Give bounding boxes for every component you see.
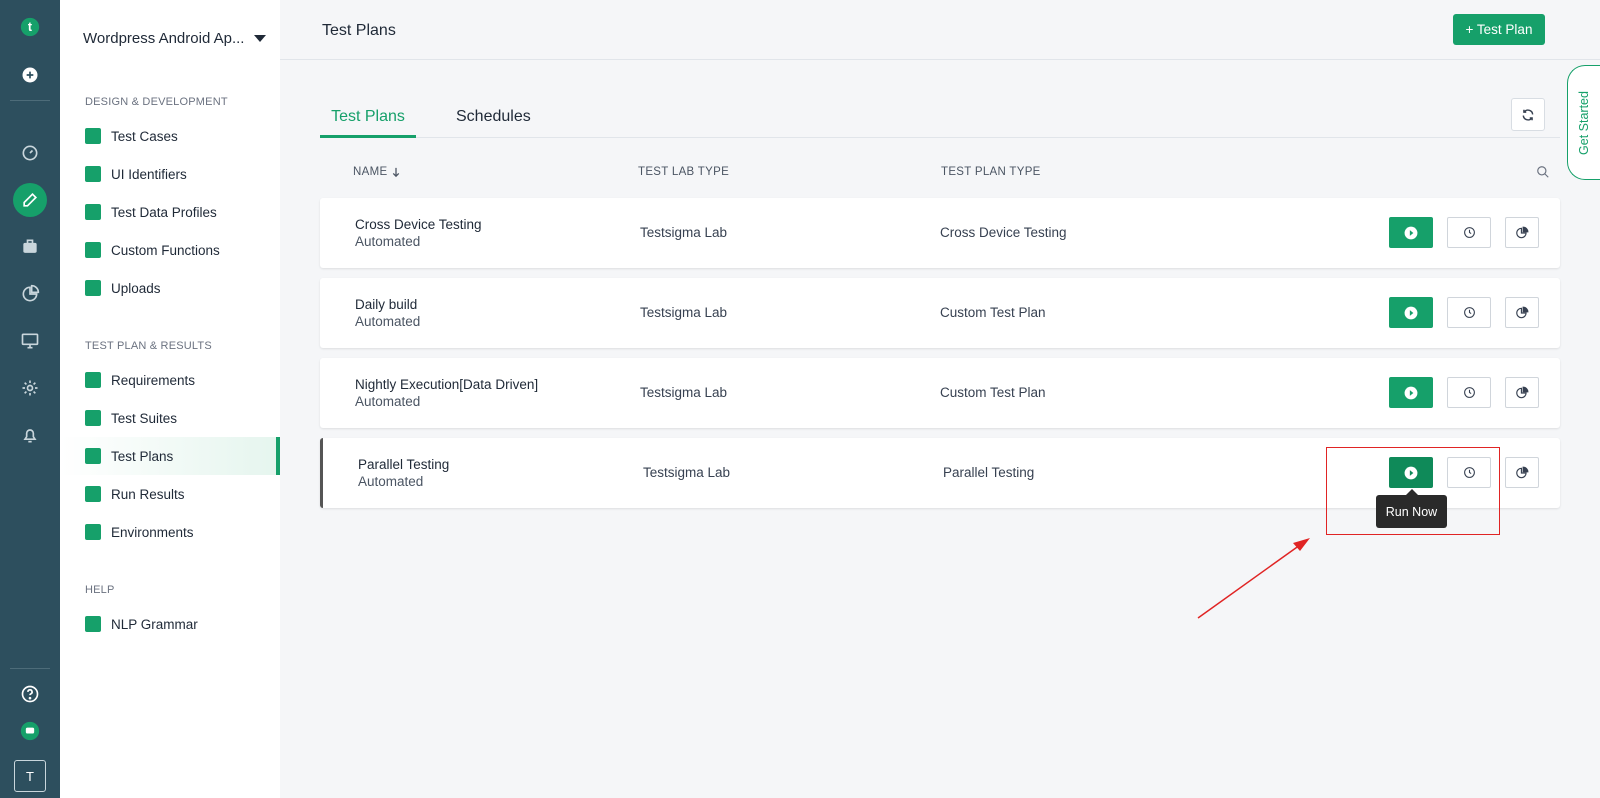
add-circle-icon[interactable] [0, 58, 60, 92]
sidebar-item-requirements[interactable]: Requirements [60, 361, 280, 399]
plan-mode: Automated [355, 234, 421, 249]
monitor-icon[interactable] [0, 324, 60, 358]
test-lab-type: Testsigma Lab [640, 385, 728, 400]
sidebar-item-test-suites[interactable]: Test Suites [60, 399, 280, 437]
clock-icon [1463, 227, 1475, 238]
sidebar-item-nlp-grammar[interactable]: NLP Grammar [60, 605, 280, 643]
clock-icon [1463, 307, 1475, 318]
test-plan-type: Custom Test Plan [940, 305, 1046, 320]
trend-chart-icon [85, 486, 101, 502]
testsigma-logo-icon[interactable]: t [0, 10, 60, 44]
annotation-highlight-box [1326, 447, 1500, 535]
chat-support-icon[interactable] [0, 714, 60, 748]
column-header-lab-type: TEST LAB TYPE [638, 166, 730, 178]
side-navigation: Wordpress Android Ap... DESIGN & DEVELOP… [60, 0, 280, 798]
sidebar-item-environments[interactable]: Environments [60, 513, 280, 551]
page-title: Test Plans [322, 22, 396, 39]
test-lab-type: Testsigma Lab [643, 465, 731, 480]
run-now-button[interactable] [1389, 217, 1433, 248]
sidebar-item-ui-identifiers[interactable]: UI Identifiers [60, 155, 280, 193]
test-cases-icon [85, 128, 101, 144]
globe-icon [85, 524, 101, 540]
refresh-icon [1522, 108, 1534, 121]
sidebar-item-test-data-profiles[interactable]: Test Data Profiles [60, 193, 280, 231]
project-selector[interactable]: Wordpress Android Ap... [83, 30, 267, 47]
pie-chart-icon [1516, 386, 1529, 398]
run-now-button[interactable] [1389, 377, 1433, 408]
test-lab-type: Testsigma Lab [640, 305, 728, 320]
tab-schedules[interactable]: Schedules [456, 108, 531, 138]
plan-name: Nightly Execution[Data Driven] [355, 377, 539, 392]
plan-mode: Automated [358, 474, 424, 489]
play-circle-icon [1404, 306, 1418, 319]
pie-chart-icon [1516, 226, 1529, 238]
test-plan-type: Parallel Testing [943, 465, 1035, 480]
sort-arrow-icon [393, 167, 400, 177]
sidebar-item-uploads[interactable]: Uploads [60, 269, 280, 307]
search-icon[interactable] [1536, 165, 1550, 184]
column-header-plan-type: TEST PLAN TYPE [941, 166, 1041, 178]
test-lab-type: Testsigma Lab [640, 225, 728, 240]
sidebar-item-test-plans[interactable]: Test Plans [60, 437, 280, 475]
sidebar-item-custom-functions[interactable]: Custom Functions [60, 231, 280, 269]
settings-gear-icon[interactable] [0, 371, 60, 405]
schedule-button[interactable] [1447, 217, 1491, 248]
app-rail: t T [0, 0, 60, 798]
section-title-design: DESIGN & DEVELOPMENT [85, 96, 228, 108]
rail-divider [10, 100, 50, 101]
test-plan-type: Cross Device Testing [940, 225, 1067, 240]
abc-grammar-icon [85, 616, 101, 632]
table-row[interactable]: Daily build Automated Testsigma Lab Cust… [320, 278, 1560, 348]
section-title-results: TEST PLAN & RESULTS [85, 340, 212, 352]
test-data-profiles-icon [85, 204, 101, 220]
test-suites-icon [85, 410, 101, 426]
schedule-button[interactable] [1447, 377, 1491, 408]
plan-mode: Automated [355, 394, 421, 409]
table-row[interactable]: Nightly Execution[Data Driven] Automated… [320, 358, 1560, 428]
reports-button[interactable] [1505, 457, 1539, 488]
reports-button[interactable] [1505, 297, 1539, 328]
tab-bar: Test Plans Schedules [320, 100, 1560, 138]
project-name: Wordpress Android Ap... [83, 30, 245, 47]
clock-icon [1463, 387, 1475, 398]
briefcase-icon[interactable] [0, 230, 60, 264]
section-title-help: HELP [85, 584, 115, 596]
plan-name: Parallel Testing [358, 457, 450, 472]
help-question-icon[interactable] [0, 677, 60, 711]
table-row[interactable]: Cross Device Testing Automated Testsigma… [320, 198, 1560, 268]
reports-button[interactable] [1505, 217, 1539, 248]
plan-name: Daily build [355, 297, 418, 312]
cloud-upload-icon [85, 280, 101, 296]
plan-name: Cross Device Testing [355, 217, 482, 232]
clipboard-icon [85, 372, 101, 388]
play-circle-icon [1404, 386, 1418, 399]
refresh-button[interactable] [1511, 98, 1545, 131]
play-icon [85, 448, 101, 464]
dashboard-icon[interactable] [0, 136, 60, 170]
add-test-plan-button[interactable]: + Test Plan [1453, 14, 1545, 45]
page-header: Test Plans + Test Plan [280, 0, 1600, 60]
test-plan-type: Custom Test Plan [940, 385, 1046, 400]
puzzle-icon [85, 242, 101, 258]
sidebar-item-test-cases[interactable]: Test Cases [60, 117, 280, 155]
reports-pie-icon[interactable] [0, 277, 60, 311]
get-started-tab[interactable]: Get Started [1567, 65, 1600, 180]
column-header-name[interactable]: NAME [353, 166, 400, 178]
reports-button[interactable] [1505, 377, 1539, 408]
edit-icon[interactable] [0, 183, 60, 217]
user-avatar[interactable]: T [0, 759, 60, 793]
play-circle-icon [1404, 226, 1418, 239]
schedule-button[interactable] [1447, 297, 1491, 328]
pie-chart-icon [1516, 466, 1529, 478]
tab-test-plans[interactable]: Test Plans [320, 108, 416, 138]
plan-mode: Automated [355, 314, 421, 329]
sidebar-item-run-results[interactable]: Run Results [60, 475, 280, 513]
notifications-bell-icon[interactable] [0, 418, 60, 452]
pie-chart-icon [1516, 306, 1529, 318]
rail-divider [10, 668, 50, 669]
run-now-button[interactable] [1389, 297, 1433, 328]
chevron-down-icon [254, 35, 267, 42]
ui-identifiers-icon [85, 166, 101, 182]
